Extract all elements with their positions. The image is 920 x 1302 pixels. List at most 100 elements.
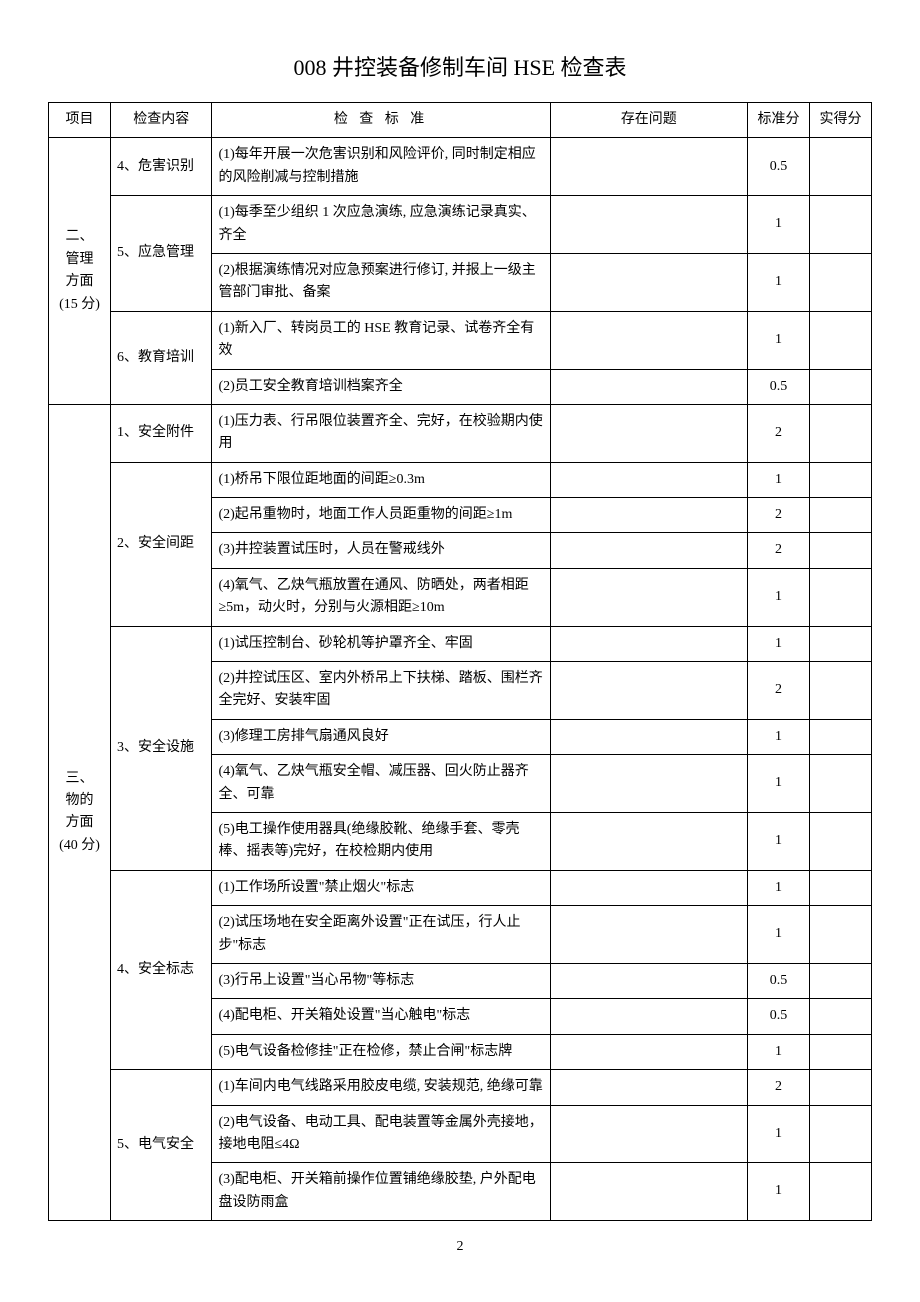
standard-cell: (1)压力表、行吊限位装置齐全、完好，在校验期内使用 [212, 404, 550, 462]
std-score-cell: 2 [747, 662, 809, 720]
issues-cell [550, 1070, 747, 1105]
got-score-cell [809, 662, 871, 720]
std-score-cell: 1 [747, 1163, 809, 1221]
got-score-cell [809, 626, 871, 661]
issues-cell [550, 462, 747, 497]
issues-cell [550, 138, 747, 196]
got-score-cell [809, 1070, 871, 1105]
got-score-cell [809, 812, 871, 870]
table-row: 6、教育培训(1)新入厂、转岗员工的 HSE 教育记录、试卷齐全有效1 [49, 311, 872, 369]
standard-cell: (3)井控装置试压时，人员在警戒线外 [212, 533, 550, 568]
issues-cell [550, 311, 747, 369]
got-score-cell [809, 369, 871, 404]
std-score-cell: 1 [747, 1105, 809, 1163]
standard-cell: (1)新入厂、转岗员工的 HSE 教育记录、试卷齐全有效 [212, 311, 550, 369]
standard-cell: (3)配电柜、开关箱前操作位置铺绝缘胶垫, 户外配电盘设防雨盒 [212, 1163, 550, 1221]
std-score-cell: 2 [747, 533, 809, 568]
standard-cell: (5)电气设备检修挂"正在检修，禁止合闸"标志牌 [212, 1034, 550, 1069]
standard-cell: (2)井控试压区、室内外桥吊上下扶梯、踏板、围栏齐全完好、安装牢固 [212, 662, 550, 720]
std-score-cell: 0.5 [747, 369, 809, 404]
issues-cell [550, 906, 747, 964]
content-cell: 1、安全附件 [111, 404, 212, 462]
std-score-cell: 1 [747, 196, 809, 254]
th-standard: 检 查 标 准 [212, 103, 550, 138]
issues-cell [550, 963, 747, 998]
got-score-cell [809, 404, 871, 462]
standard-cell: (2)电气设备、电动工具、配电装置等金属外壳接地，接地电阻≤4Ω [212, 1105, 550, 1163]
standard-cell: (2)起吊重物时，地面工作人员距重物的间距≥1m [212, 498, 550, 533]
std-score-cell: 1 [747, 568, 809, 626]
standard-cell: (1)试压控制台、砂轮机等护罩齐全、牢固 [212, 626, 550, 661]
std-score-cell: 1 [747, 870, 809, 905]
std-score-cell: 0.5 [747, 138, 809, 196]
th-issues: 存在问题 [550, 103, 747, 138]
th-got-score: 实得分 [809, 103, 871, 138]
content-cell: 6、教育培训 [111, 311, 212, 404]
standard-cell: (5)电工操作使用器具(绝缘胶靴、绝缘手套、零壳棒、摇表等)完好，在校检期内使用 [212, 812, 550, 870]
std-score-cell: 1 [747, 626, 809, 661]
issues-cell [550, 253, 747, 311]
checklist-table: 项目 检查内容 检 查 标 准 存在问题 标准分 实得分 二、 管理 方面 (1… [48, 102, 872, 1221]
issues-cell [550, 812, 747, 870]
issues-cell [550, 870, 747, 905]
got-score-cell [809, 755, 871, 813]
std-score-cell: 2 [747, 498, 809, 533]
issues-cell [550, 626, 747, 661]
standard-cell: (1)车间内电气线路采用胶皮电缆, 安装规范, 绝缘可靠 [212, 1070, 550, 1105]
table-row: 5、应急管理(1)每季至少组织 1 次应急演练, 应急演练记录真实、齐全1 [49, 196, 872, 254]
content-cell: 2、安全间距 [111, 462, 212, 626]
table-row: 3、安全设施(1)试压控制台、砂轮机等护罩齐全、牢固1 [49, 626, 872, 661]
content-cell: 4、危害识别 [111, 138, 212, 196]
got-score-cell [809, 498, 871, 533]
page-title: 008 井控装备修制车间 HSE 检查表 [48, 50, 872, 82]
std-score-cell: 1 [747, 906, 809, 964]
content-cell: 3、安全设施 [111, 626, 212, 870]
std-score-cell: 0.5 [747, 999, 809, 1034]
standard-cell: (1)每季至少组织 1 次应急演练, 应急演练记录真实、齐全 [212, 196, 550, 254]
standard-cell: (1)工作场所设置"禁止烟火"标志 [212, 870, 550, 905]
got-score-cell [809, 311, 871, 369]
std-score-cell: 1 [747, 812, 809, 870]
content-cell: 4、安全标志 [111, 870, 212, 1069]
table-row: 2、安全间距(1)桥吊下限位距地面的间距≥0.3m1 [49, 462, 872, 497]
standard-cell: (3)行吊上设置"当心吊物"等标志 [212, 963, 550, 998]
issues-cell [550, 719, 747, 754]
issues-cell [550, 755, 747, 813]
issues-cell [550, 196, 747, 254]
standard-cell: (3)修理工房排气扇通风良好 [212, 719, 550, 754]
content-cell: 5、电气安全 [111, 1070, 212, 1221]
issues-cell [550, 498, 747, 533]
issues-cell [550, 369, 747, 404]
table-header-row: 项目 检查内容 检 查 标 准 存在问题 标准分 实得分 [49, 103, 872, 138]
issues-cell [550, 662, 747, 720]
issues-cell [550, 404, 747, 462]
project-cell: 二、 管理 方面 (15 分) [49, 138, 111, 405]
std-score-cell: 1 [747, 755, 809, 813]
std-score-cell: 1 [747, 253, 809, 311]
table-row: 5、电气安全(1)车间内电气线路采用胶皮电缆, 安装规范, 绝缘可靠2 [49, 1070, 872, 1105]
standard-cell: (1)桥吊下限位距地面的间距≥0.3m [212, 462, 550, 497]
issues-cell [550, 1163, 747, 1221]
table-row: 三、 物的 方面 (40 分)1、安全附件(1)压力表、行吊限位装置齐全、完好，… [49, 404, 872, 462]
got-score-cell [809, 999, 871, 1034]
table-row: 4、安全标志(1)工作场所设置"禁止烟火"标志1 [49, 870, 872, 905]
standard-cell: (1)每年开展一次危害识别和风险评价, 同时制定相应的风险削减与控制措施 [212, 138, 550, 196]
standard-cell: (2)根据演练情况对应急预案进行修订, 并报上一级主管部门审批、备案 [212, 253, 550, 311]
th-content: 检查内容 [111, 103, 212, 138]
std-score-cell: 2 [747, 404, 809, 462]
standard-cell: (4)氧气、乙炔气瓶安全帽、减压器、回火防止器齐全、可靠 [212, 755, 550, 813]
project-cell: 三、 物的 方面 (40 分) [49, 404, 111, 1220]
issues-cell [550, 999, 747, 1034]
got-score-cell [809, 1163, 871, 1221]
std-score-cell: 1 [747, 1034, 809, 1069]
got-score-cell [809, 533, 871, 568]
got-score-cell [809, 870, 871, 905]
std-score-cell: 0.5 [747, 963, 809, 998]
table-row: 二、 管理 方面 (15 分)4、危害识别(1)每年开展一次危害识别和风险评价,… [49, 138, 872, 196]
standard-cell: (2)试压场地在安全距离外设置"正在试压，行人止步"标志 [212, 906, 550, 964]
std-score-cell: 1 [747, 462, 809, 497]
got-score-cell [809, 138, 871, 196]
standard-cell: (4)氧气、乙炔气瓶放置在通风、防晒处，两者相距≥5m，动火时，分别与火源相距≥… [212, 568, 550, 626]
std-score-cell: 1 [747, 719, 809, 754]
std-score-cell: 2 [747, 1070, 809, 1105]
